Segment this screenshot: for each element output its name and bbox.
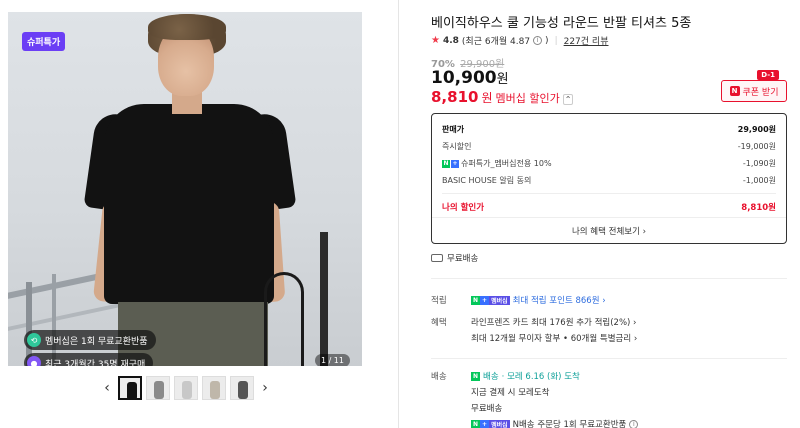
rating-recent: (최근 6개월 4.87 xyxy=(461,37,531,47)
review-count-link[interactable]: 227건 리뷰 xyxy=(564,34,609,47)
member-price[interactable]: 8,810 원 멤버십 할인가 ⌃ xyxy=(431,88,574,106)
divider xyxy=(442,193,776,194)
badge-text: 멤버십은 1회 무료교환반품 xyxy=(45,336,148,347)
rating-row: ★ 4.8 (최근 6개월 4.87 i ) | 227건 리뷰 xyxy=(431,34,609,47)
price-row: 판매가 29,900원 xyxy=(442,121,776,138)
price-row-value: -1,000원 xyxy=(742,176,776,185)
coupon-area: D-1 N 쿠폰 받기 xyxy=(719,70,787,102)
sale-price-value: 10,900 xyxy=(431,68,497,88)
prev-image-arrow-icon[interactable]: ‹ xyxy=(100,380,114,396)
divider xyxy=(431,358,787,359)
sale-price: 10,900원 xyxy=(431,68,509,88)
delivery-row: 배송 N 배송 · 모레 6.16 (화) 도착 지금 결제 시 모레도착 무료… xyxy=(431,370,639,428)
price-row-value: 29,900원 xyxy=(737,125,776,134)
price-row-value: -1,090원 xyxy=(742,159,776,168)
model-bag-strap xyxy=(264,272,304,366)
delivery-free: 무료배송 xyxy=(471,404,503,414)
price-row: N + 슈퍼특가_멤버십전용 10% -1,090원 xyxy=(442,155,776,172)
installment-benefit-link[interactable]: 최대 12개월 무이자 할부 • 60개월 특별금리 › xyxy=(471,332,637,344)
rating-score: 4.8 xyxy=(442,35,459,46)
truck-icon xyxy=(431,254,443,262)
thumbnail-1[interactable] xyxy=(118,376,142,400)
repurchase-icon: ● xyxy=(27,356,41,366)
delivery-date: · 모레 6.16 (화) 도착 xyxy=(501,372,580,382)
price-row-value: -19,000원 xyxy=(737,142,776,151)
exchange-icon: ⟲ xyxy=(27,333,41,347)
my-price-label: 나의 할인가 xyxy=(442,202,485,213)
price-breakdown-box: 판매가 29,900원 즉시할인 -19,000원 N + 슈퍼특가_멤버십전용 1… xyxy=(431,113,787,244)
price-row-label-text: 슈퍼특가_멤버십전용 10% xyxy=(461,159,552,168)
coupon-download-button[interactable]: N 쿠폰 받기 xyxy=(721,80,787,102)
rating-recent-close: ) xyxy=(545,35,549,46)
max-points-link[interactable]: 최대 적립 포인트 866원 › xyxy=(513,294,606,306)
badge-text: 최근 3개월간 35명 재구매 xyxy=(45,359,146,367)
price-row: BASIC HOUSE 알림 동의 -1,000원 xyxy=(442,172,776,189)
member-price-value: 8,810 xyxy=(431,88,479,106)
background-pole xyxy=(320,232,328,366)
divider xyxy=(431,278,787,279)
thumbnail-2[interactable] xyxy=(146,376,170,400)
divider: | xyxy=(554,35,558,46)
naver-plus-icon: N + xyxy=(442,159,459,168)
coupon-dday-badge: D-1 xyxy=(757,70,779,80)
my-discount-price-row: 나의 할인가 8,810원 xyxy=(442,198,776,215)
naver-membership-icon: N + 멤버십 xyxy=(471,295,510,305)
column-divider xyxy=(398,0,399,428)
product-main-image[interactable]: 슈퍼특가 ⟲ 멤버십은 1회 무료교환반품 ● 최근 3개월간 35명 재구매 … xyxy=(8,12,362,366)
star-icon: ★ xyxy=(431,35,440,46)
free-exchange-text: N배송 주문당 1회 무료교환반품 xyxy=(512,420,627,428)
my-price-value: 8,810원 xyxy=(741,202,776,213)
member-price-unit: 원 xyxy=(481,91,493,105)
model-tshirt xyxy=(104,104,274,304)
info-icon[interactable]: i xyxy=(629,419,639,428)
n-delivery-icon: N xyxy=(471,371,481,381)
sale-price-unit: 원 xyxy=(496,72,509,87)
naver-n-icon: N xyxy=(729,86,740,96)
benefits-label: 혜택 xyxy=(431,318,447,328)
price-row-label: BASIC HOUSE 알림 동의 xyxy=(442,176,532,185)
next-image-arrow-icon[interactable]: › xyxy=(258,380,272,396)
benefits-row: 혜택 라인프렌즈 카드 최대 176원 추가 적립(2%) › 최대 12개월 … xyxy=(431,316,637,344)
repurchase-badge: ● 최근 3개월간 35명 재구매 xyxy=(24,353,154,367)
delivery-label: 배송 xyxy=(431,372,447,382)
delivery-condition: 지금 결제 시 모레도착 xyxy=(471,388,550,398)
shipping-info: 무료배송 xyxy=(431,252,478,264)
coupon-button-label: 쿠폰 받기 xyxy=(742,87,779,98)
shipping-text: 무료배송 xyxy=(447,254,479,264)
price-row: 즉시할인 -19,000원 xyxy=(442,138,776,155)
model-hair xyxy=(148,14,226,40)
points-row: 적립 N + 멤버십 최대 적립 포인트 866원 › xyxy=(431,294,606,306)
price-row-label: N + 슈퍼특가_멤버십전용 10% xyxy=(442,158,552,169)
naver-membership-icon: N + 멤버십 xyxy=(471,419,510,428)
image-counter: 1 / 11 xyxy=(314,354,350,366)
thumbnail-3[interactable] xyxy=(174,376,198,400)
price-row-label: 판매가 xyxy=(442,125,465,134)
thumbnail-5[interactable] xyxy=(230,376,254,400)
special-deal-badge: 슈퍼특가 xyxy=(22,32,66,51)
points-label: 적립 xyxy=(431,296,447,306)
thumbnail-4[interactable] xyxy=(202,376,226,400)
card-benefit-link[interactable]: 라인프렌즈 카드 최대 176원 추가 적립(2%) › xyxy=(471,316,637,328)
n-delivery-prefix: 배송 xyxy=(483,372,499,382)
member-price-label: 멤버십 할인가 xyxy=(495,92,560,105)
thumbnail-strip: ‹ › xyxy=(100,376,272,400)
product-title: 베이직하우스 쿨 기능성 라운드 반팔 티셔츠 5종 xyxy=(431,16,692,31)
view-all-benefits-button[interactable]: 나의 혜택 전체보기 › xyxy=(432,217,786,243)
free-exchange-badge: ⟲ 멤버십은 1회 무료교환반품 xyxy=(24,330,156,350)
chevron-up-icon[interactable]: ⌃ xyxy=(562,94,574,105)
price-row-label: 즉시할인 xyxy=(442,142,472,151)
info-icon[interactable]: i xyxy=(533,36,543,45)
